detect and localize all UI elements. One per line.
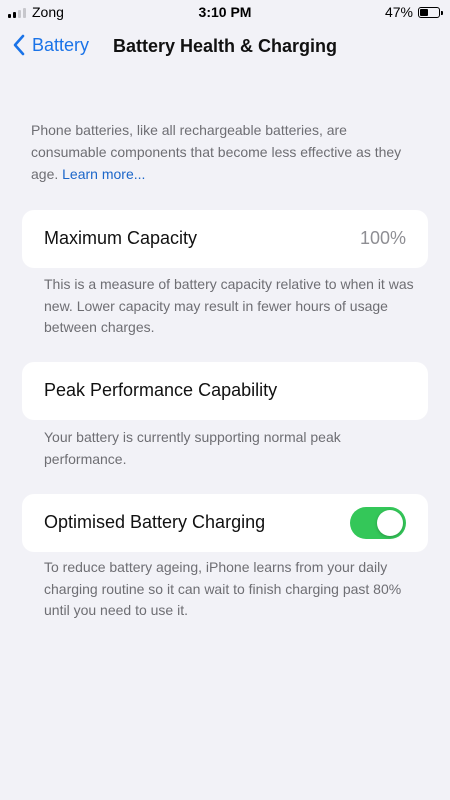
status-time: 3:10 PM [198,4,252,20]
maximum-capacity-row: Maximum Capacity 100% [22,210,428,268]
battery-fill [420,8,428,16]
maximum-capacity-description: This is a measure of battery capacity re… [44,276,414,335]
chevron-left-icon [13,34,25,56]
peak-performance-row: Peak Performance Capability [22,362,428,420]
maximum-capacity-value: 100% [359,228,406,248]
status-bar: Zong 3:10 PM 47% [0,0,450,24]
navigation-bar: Battery Battery Health & Charging [0,28,450,68]
maximum-capacity-label: Maximum Capacity [44,228,198,248]
page-title: Battery Health & Charging [113,36,338,56]
toggle-knob [377,510,403,536]
peak-performance-description: Your battery is currently supporting nor… [44,429,341,467]
intro-text: Phone batteries, like all rechargeable b… [31,119,411,185]
status-right: 47% [384,4,443,20]
optimised-charging-label: Optimised Battery Charging [44,512,266,532]
back-button[interactable]: Battery [12,34,89,56]
battery-health-screen: Zong 3:10 PM 47% Battery Battery Health … [0,0,450,800]
battery-percent: 47% [384,4,413,20]
learn-more-link[interactable]: Learn more... [62,166,145,182]
back-button-label: Battery [32,34,90,55]
optimised-charging-toggle[interactable] [350,507,406,539]
peak-performance-label: Peak Performance Capability [44,380,278,400]
battery-icon [418,6,443,18]
optimised-charging-row: Optimised Battery Charging [22,494,428,552]
optimised-charging-description: To reduce battery ageing, iPhone learns … [44,559,402,618]
